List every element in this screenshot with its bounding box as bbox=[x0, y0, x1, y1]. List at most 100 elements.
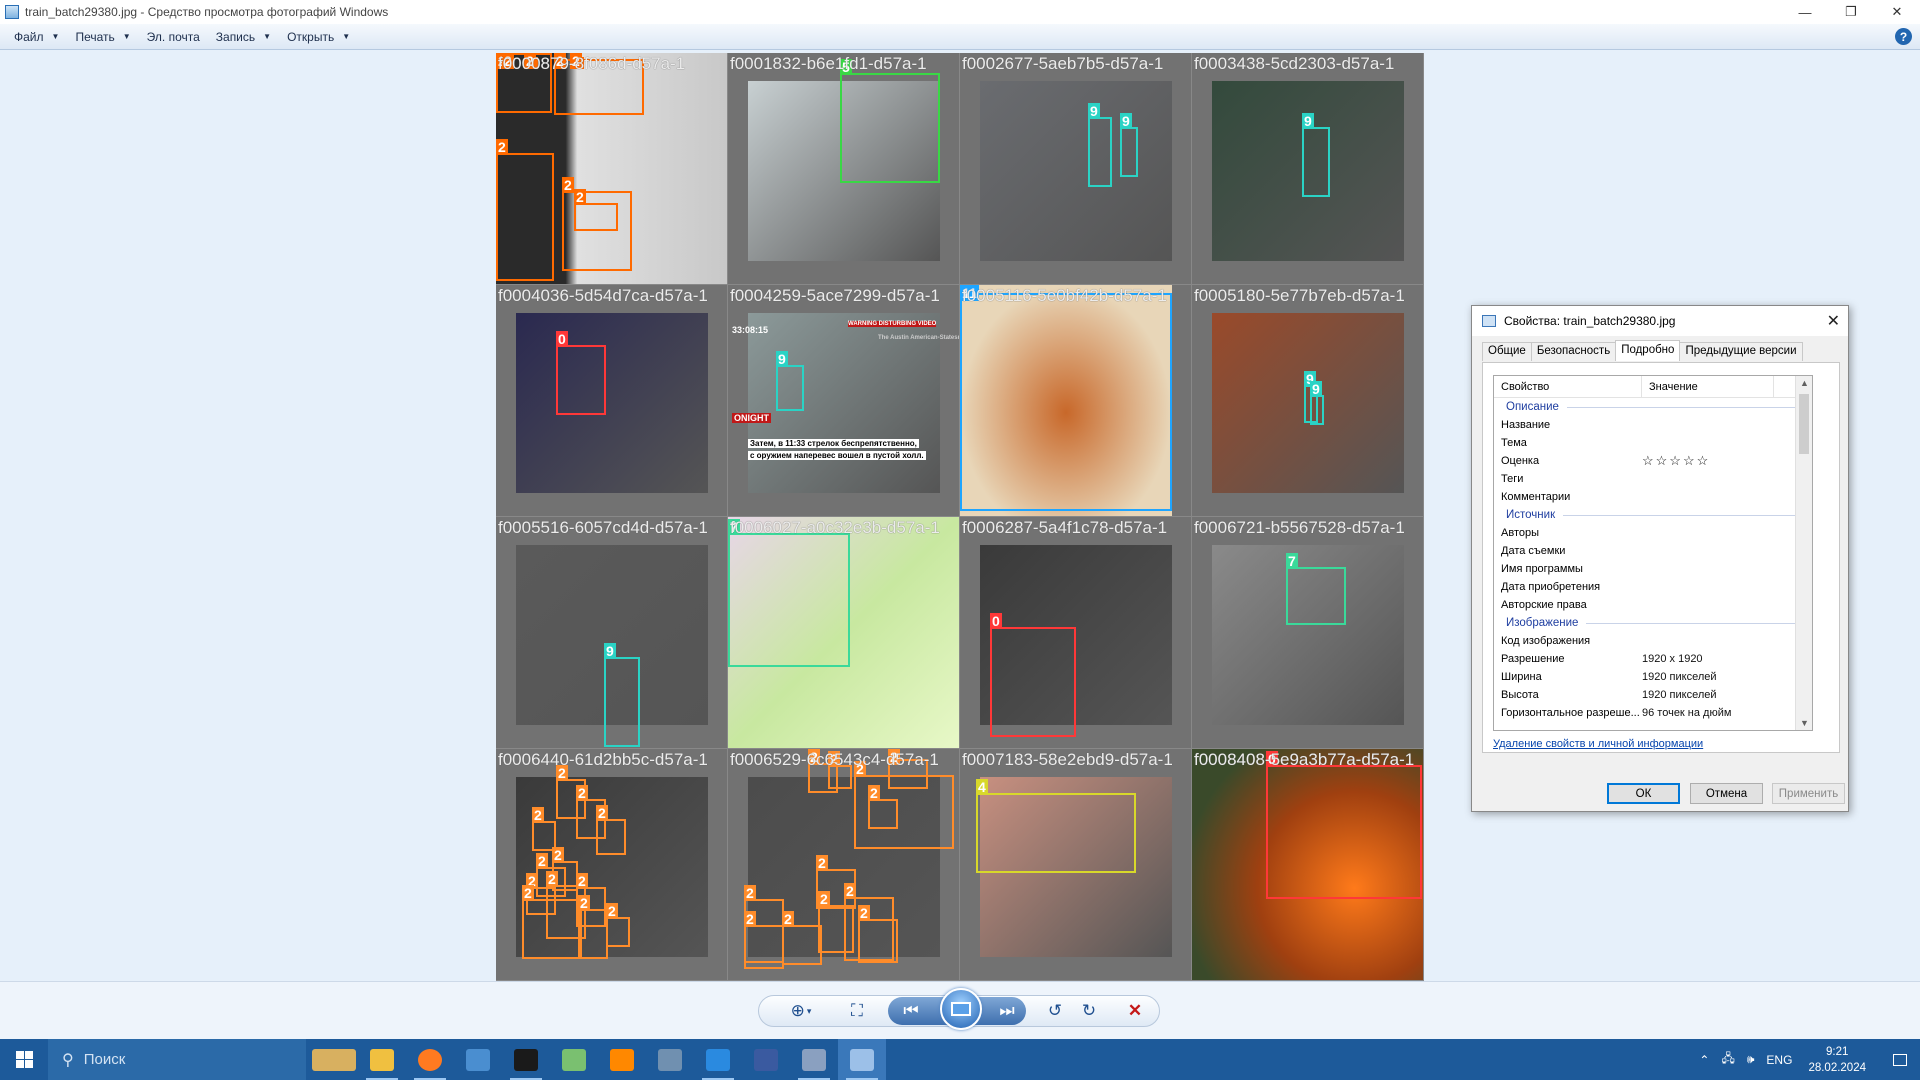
mosaic-tile: 7f0006721-b5567528-d57a-1 bbox=[1192, 517, 1424, 749]
scrollbar-thumb[interactable] bbox=[1799, 394, 1809, 454]
property-row[interactable]: Теги bbox=[1494, 470, 1812, 488]
detection-label: 2 bbox=[606, 903, 618, 919]
vscode-icon bbox=[706, 1049, 730, 1071]
notepad-plus-icon bbox=[562, 1049, 586, 1071]
notifications-button[interactable] bbox=[1880, 1039, 1920, 1080]
property-row[interactable]: Горизонтальное разреше...96 точек на дюй… bbox=[1494, 704, 1812, 722]
network-icon[interactable]: 🖧 bbox=[1721, 1049, 1734, 1070]
zoom-icon[interactable]: ⊕▾ bbox=[786, 1000, 816, 1022]
remove-properties-link[interactable]: Удаление свойств и личной информации bbox=[1493, 738, 1703, 750]
apply-button[interactable]: Применить bbox=[1772, 783, 1845, 804]
property-row[interactable]: Авторы bbox=[1494, 524, 1812, 542]
taskbar-app-button[interactable] bbox=[838, 1039, 886, 1080]
cancel-button[interactable]: Отмена bbox=[1690, 783, 1763, 804]
property-name: Дата приобретения bbox=[1494, 581, 1642, 593]
close-window-button[interactable]: ✕ bbox=[1874, 0, 1920, 24]
rotate-right-icon[interactable]: ↻ bbox=[1077, 1000, 1101, 1022]
property-row[interactable]: Ширина1920 пикселей bbox=[1494, 668, 1812, 686]
tile-filename: f0006721-b5567528-d57a-1 bbox=[1194, 518, 1405, 538]
tile-filename: f0006529-6c6543c4-d57a-1 bbox=[730, 750, 939, 770]
property-row[interactable]: Авторские права bbox=[1494, 596, 1812, 614]
property-row[interactable]: Комментарии bbox=[1494, 488, 1812, 506]
taskbar-app-button[interactable] bbox=[406, 1039, 454, 1080]
menu-item-2[interactable]: Эл. почта bbox=[139, 26, 208, 48]
column-header-property[interactable]: Свойство bbox=[1494, 376, 1642, 397]
mosaic-tile: 0f0004036-5d54d7ca-d57a-1 bbox=[496, 285, 728, 517]
video-overlay-text: WARNING DISTURBING VIDEO bbox=[848, 321, 936, 327]
taskbar-app-button[interactable] bbox=[454, 1039, 502, 1080]
taskbar-search-box[interactable]: ⚲ Поиск bbox=[48, 1039, 306, 1080]
rotate-left-icon[interactable]: ↺ bbox=[1043, 1000, 1067, 1022]
rating-stars[interactable]: ☆☆☆☆☆ bbox=[1642, 453, 1710, 469]
next-icon[interactable]: ⏭ bbox=[994, 1000, 1020, 1022]
minimize-button[interactable]: — bbox=[1782, 0, 1828, 24]
tile-filename: f0007183-58e2ebd9-d57a-1 bbox=[962, 750, 1173, 770]
detection-label: 2 bbox=[744, 885, 756, 901]
detection-label: 2 bbox=[562, 177, 574, 193]
property-row[interactable]: Название bbox=[1494, 416, 1812, 434]
detection-label: 9 bbox=[1120, 113, 1132, 129]
notification-icon bbox=[1893, 1054, 1907, 1066]
scroll-up-icon[interactable]: ▲ bbox=[1796, 378, 1813, 388]
taskbar-app-button[interactable] bbox=[598, 1039, 646, 1080]
taskbar-app-button[interactable] bbox=[358, 1039, 406, 1080]
help-icon[interactable]: ? bbox=[1895, 28, 1912, 45]
property-row[interactable]: Дата приобретения bbox=[1494, 578, 1812, 596]
tab-0[interactable]: Общие bbox=[1482, 342, 1532, 361]
taskbar-app-button[interactable] bbox=[790, 1039, 838, 1080]
clock[interactable]: 9:21 28.02.2024 bbox=[1808, 1044, 1866, 1076]
property-row[interactable]: Имя программы bbox=[1494, 560, 1812, 578]
maximize-button[interactable]: ❐ bbox=[1828, 0, 1874, 24]
taskbar-app-button[interactable] bbox=[310, 1039, 358, 1080]
previous-icon[interactable]: ⏮ bbox=[898, 1000, 924, 1022]
property-row[interactable]: Разрешение1920 x 1920 bbox=[1494, 650, 1812, 668]
taskbar-app-button[interactable] bbox=[646, 1039, 694, 1080]
delete-icon[interactable]: ✕ bbox=[1123, 1000, 1147, 1022]
taskbar-app-button[interactable] bbox=[550, 1039, 598, 1080]
video-overlay-text: The Austin American-Statesman bbox=[878, 335, 960, 341]
fit-to-window-icon[interactable]: ⛶ bbox=[843, 1000, 871, 1022]
detection-label: 2 bbox=[552, 847, 564, 863]
tab-2[interactable]: Подробно bbox=[1615, 340, 1680, 361]
column-header-value[interactable]: Значение bbox=[1642, 376, 1774, 397]
detection-label: 9 bbox=[1310, 381, 1322, 397]
language-indicator[interactable]: ENG bbox=[1766, 1053, 1792, 1067]
menu-item-3[interactable]: Запись▼ bbox=[208, 26, 279, 48]
taskbar-app-button[interactable] bbox=[502, 1039, 550, 1080]
detection-box bbox=[868, 799, 898, 829]
detection-label: 2 bbox=[522, 885, 534, 901]
calculator-icon bbox=[658, 1049, 682, 1071]
taskbar-app-button[interactable] bbox=[742, 1039, 790, 1080]
detection-box bbox=[604, 657, 640, 747]
detection-box bbox=[574, 203, 618, 231]
property-name: Авторские права bbox=[1494, 599, 1642, 611]
tab-1[interactable]: Безопасность bbox=[1531, 342, 1616, 361]
system-tray: ⌃ 🖧 🕪 ENG 9:21 28.02.2024 bbox=[1693, 1039, 1920, 1080]
slideshow-button[interactable] bbox=[940, 988, 982, 1030]
detection-label: 0 bbox=[990, 613, 1002, 629]
start-button[interactable] bbox=[0, 1039, 48, 1080]
detection-box bbox=[840, 73, 940, 183]
taskbar-app-button[interactable] bbox=[694, 1039, 742, 1080]
ok-button[interactable]: ОК bbox=[1607, 783, 1680, 804]
tile-filename: f0002677-5aeb7b5-d57a-1 bbox=[962, 54, 1163, 74]
menu-item-0[interactable]: Файл▼ bbox=[6, 26, 67, 48]
property-name: Высота bbox=[1494, 689, 1642, 701]
property-row[interactable]: Оценка☆☆☆☆☆ bbox=[1494, 452, 1812, 470]
show-hidden-icons-icon[interactable]: ⌃ bbox=[1699, 1053, 1709, 1067]
menu-item-4[interactable]: Открыть▼ bbox=[279, 26, 358, 48]
dialog-close-icon[interactable]: ✕ bbox=[1827, 311, 1840, 331]
property-row[interactable]: Дата съемки bbox=[1494, 542, 1812, 560]
property-row[interactable]: Код изображения bbox=[1494, 632, 1812, 650]
property-row[interactable]: Тема bbox=[1494, 434, 1812, 452]
menu-item-1[interactable]: Печать▼ bbox=[67, 26, 138, 48]
mosaic-tile: 933:08:15WARNING DISTURBING VIDEOThe Aus… bbox=[728, 285, 960, 517]
property-list[interactable]: Свойство Значение ОписаниеНазваниеТемаОц… bbox=[1493, 375, 1813, 731]
vlc-icon bbox=[610, 1049, 634, 1071]
volume-icon[interactable]: 🕪 bbox=[1747, 1052, 1755, 1067]
section-title: Изображение bbox=[1506, 617, 1578, 629]
property-row[interactable]: Высота1920 пикселей bbox=[1494, 686, 1812, 704]
tab-3[interactable]: Предыдущие версии bbox=[1679, 342, 1802, 361]
property-list-scrollbar[interactable]: ▲ ▼ bbox=[1795, 376, 1812, 730]
scroll-down-icon[interactable]: ▼ bbox=[1796, 718, 1813, 728]
